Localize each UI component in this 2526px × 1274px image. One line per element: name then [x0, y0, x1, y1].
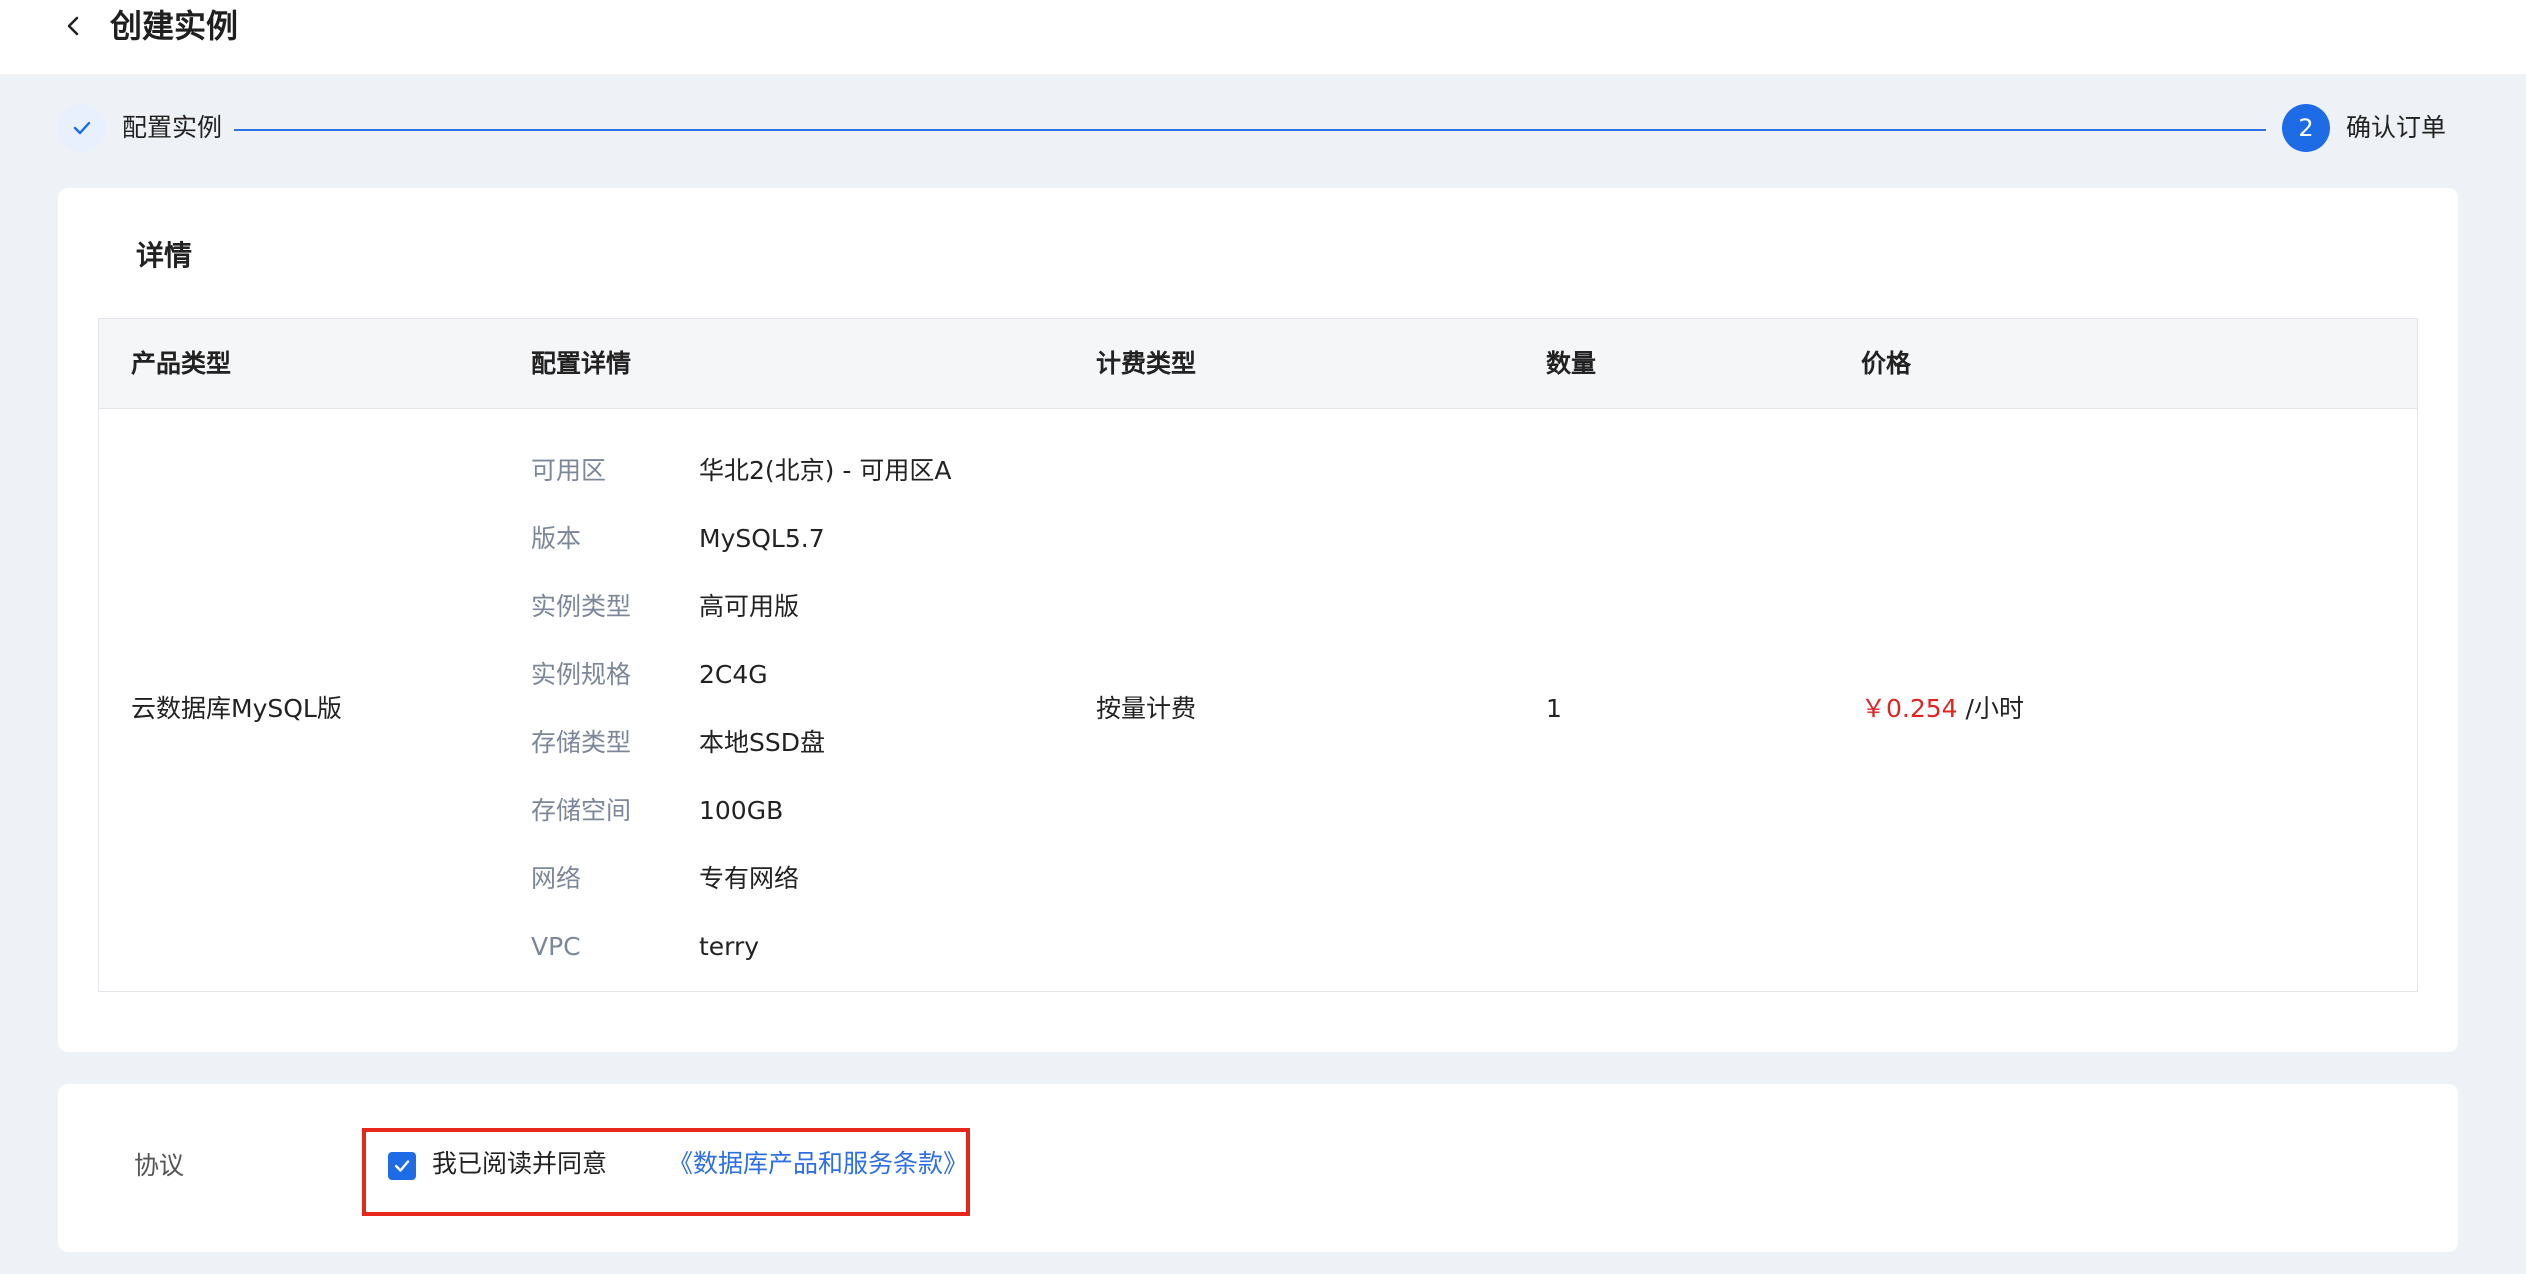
agreement-text[interactable]: 我已阅读并同意: [432, 1148, 607, 1180]
page-title: 创建实例: [110, 7, 239, 45]
config-key: VPC: [531, 932, 581, 961]
details-title: 详情: [136, 239, 193, 272]
details-card: 详情 产品类型 配置详情 计费类型 数量 价格 云数据库MySQL版 可用区 华…: [58, 188, 2458, 1052]
config-key: 实例规格: [531, 660, 632, 689]
agreement-label: 协议: [134, 1151, 185, 1180]
config-value: 2C4G: [699, 660, 768, 689]
config-value: 本地SSD盘: [699, 728, 825, 757]
column-header-price: 价格: [1861, 349, 1912, 378]
price-amount: ￥0.254: [1861, 694, 1958, 723]
table-header: 产品类型 配置详情 计费类型 数量 价格: [99, 319, 2417, 409]
chevron-left-icon[interactable]: [56, 8, 92, 44]
config-value: 华北2(北京) - 可用区A: [699, 456, 952, 485]
agreement-card: 协议 我已阅读并同意 《数据库产品和服务条款》: [58, 1084, 2458, 1252]
column-header-quantity: 数量: [1546, 349, 1597, 378]
config-value: 高可用版: [699, 592, 800, 621]
config-value: 专有网络: [699, 864, 800, 893]
step-1-check-icon: [58, 104, 106, 152]
column-header-billing-type: 计费类型: [1096, 349, 1197, 378]
step-connector-line: [234, 129, 2266, 131]
product-type-cell: 云数据库MySQL版: [131, 694, 342, 723]
config-value: MySQL5.7: [699, 524, 825, 553]
config-value: terry: [699, 932, 760, 961]
step-2-label: 确认订单: [2346, 113, 2447, 142]
column-header-config: 配置详情: [531, 349, 632, 378]
terms-link[interactable]: 《数据库产品和服务条款》: [668, 1148, 968, 1180]
agreement-checkbox[interactable]: [388, 1152, 416, 1180]
column-header-product-type: 产品类型: [131, 349, 232, 378]
step-2-number: 2: [2282, 104, 2330, 152]
config-key: 网络: [531, 864, 582, 893]
price-cell: ￥0.254 /小时: [1861, 693, 2024, 725]
config-key: 可用区: [531, 456, 607, 485]
order-table: 产品类型 配置详情 计费类型 数量 价格 云数据库MySQL版 可用区 华北2(…: [98, 318, 2418, 992]
quantity-cell: 1: [1546, 694, 1562, 723]
config-value: 100GB: [699, 796, 784, 825]
step-1-label: 配置实例: [122, 113, 223, 142]
billing-type-cell: 按量计费: [1096, 694, 1197, 723]
page-header: 创建实例: [0, 0, 2526, 74]
price-unit: /小时: [1957, 694, 2024, 723]
config-key: 实例类型: [531, 592, 632, 621]
config-key: 版本: [531, 524, 582, 553]
steps-bar: 配置实例 2 确认订单: [0, 74, 2526, 186]
config-key: 存储类型: [531, 728, 632, 757]
check-icon: [394, 1160, 410, 1172]
config-key: 存储空间: [531, 796, 632, 825]
